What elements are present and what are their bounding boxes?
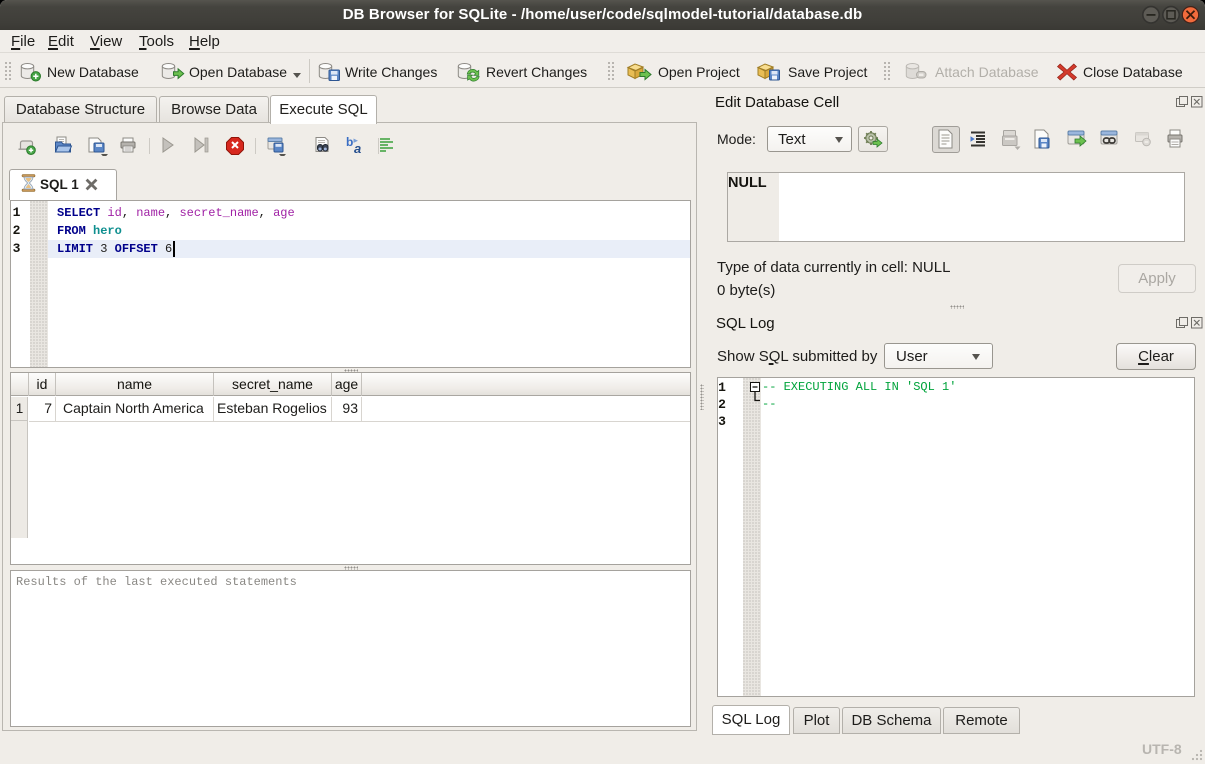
svg-text:b: b (346, 136, 353, 149)
svg-text:a: a (354, 141, 361, 156)
